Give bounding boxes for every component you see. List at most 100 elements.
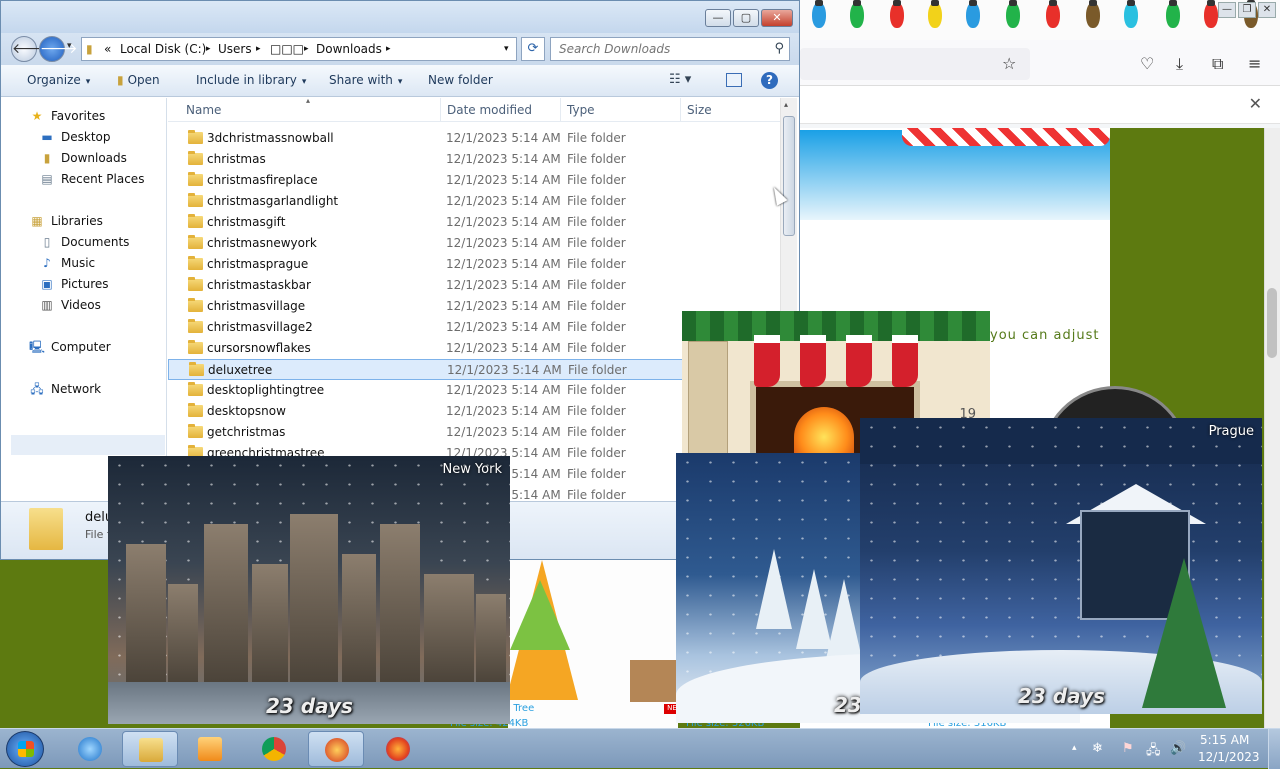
column-divider[interactable] [440, 98, 441, 122]
tray-expand-icon[interactable]: ▴ [1072, 743, 1077, 753]
search-input[interactable] [557, 41, 757, 57]
nav-selection-highlight [11, 435, 165, 455]
notification-close-icon[interactable]: ✕ [1249, 94, 1262, 113]
close-button[interactable]: ✕ [761, 9, 793, 27]
nav-item-downloads[interactable]: ▮ Downloads [39, 151, 127, 165]
taskbar-firefox[interactable] [370, 731, 426, 767]
file-row[interactable]: christmastaskbar 12/1/2023 5:14 AM File fo… [168, 275, 780, 296]
column-type[interactable]: Type [567, 103, 595, 117]
minimize-button[interactable]: — [705, 9, 731, 27]
scroll-thumb[interactable] [783, 116, 795, 236]
address-overflow[interactable]: « [104, 42, 111, 56]
breadcrumb-separator-icon[interactable]: ▸ [206, 44, 211, 54]
light-bulb-icon [850, 0, 864, 28]
change-view-icon[interactable]: ☷ ▾ [669, 72, 691, 87]
taskbar-app[interactable] [308, 731, 364, 767]
browser-restore-button[interactable]: ❐ [1238, 2, 1256, 18]
pocket-icon[interactable]: ♡ [1140, 54, 1154, 73]
breadcrumb-users[interactable]: Users [218, 42, 252, 56]
nav-item-libraries[interactable]: ▦ Libraries [29, 214, 103, 228]
column-name[interactable]: Name [186, 103, 221, 117]
nav-item-music[interactable]: ♪ Music [39, 256, 95, 270]
maximize-button[interactable]: ▢ [733, 9, 759, 27]
menu-icon[interactable]: ≡ [1248, 54, 1261, 73]
column-divider[interactable] [560, 98, 561, 122]
column-date-modified[interactable]: Date modified [447, 103, 532, 117]
share-with-button[interactable]: Share with ▾ [329, 73, 402, 87]
nav-item-network[interactable]: 🖧 Network [29, 382, 101, 396]
nav-item-videos[interactable]: ▥ Videos [39, 298, 101, 312]
new-folder-button[interactable]: New folder [428, 73, 493, 87]
snowflake-icon[interactable]: ❄ [1092, 741, 1103, 756]
breadcrumb-separator-icon[interactable]: ▸ [386, 44, 391, 54]
network-tray-icon[interactable]: 🖧 [1146, 741, 1161, 763]
nav-item-recent-places[interactable]: ▤ Recent Places [39, 172, 144, 186]
search-icon[interactable]: ⚲ [774, 41, 784, 56]
explorer-titlebar[interactable]: — ▢ ✕ [1, 1, 799, 33]
search-box[interactable]: ⚲ [550, 37, 790, 61]
nav-item-favorites[interactable]: ★ Favorites [29, 109, 106, 123]
browser-minimize-button[interactable]: — [1218, 2, 1236, 18]
open-button[interactable]: ▮ Open [117, 73, 160, 87]
start-button[interactable] [6, 731, 44, 767]
taskbar-internet-explorer[interactable] [62, 731, 118, 767]
taskbar-chrome[interactable] [246, 731, 302, 767]
address-dropdown-icon[interactable]: ▾ [504, 44, 509, 54]
file-row[interactable]: christmasfireplace 12/1/2023 5:14 AM File … [168, 170, 780, 191]
file-row[interactable]: christmasgarlandlight 12/1/2023 5:14 AM Fi… [168, 191, 780, 212]
volume-icon[interactable]: 🔊 [1170, 741, 1186, 756]
media-player-icon [198, 737, 222, 761]
nav-item-documents[interactable]: ▯ Documents [39, 235, 130, 249]
recent-pages-chevron-icon[interactable]: ▾ [67, 41, 72, 51]
refresh-button[interactable]: ⟳ [521, 37, 545, 61]
file-name: christmasvillage2 [207, 320, 313, 334]
breadcrumb-downloads[interactable]: Downloads [316, 42, 382, 56]
forward-button[interactable]: 🡒 [39, 36, 78, 62]
days-countdown: 23 [834, 693, 862, 717]
nav-item-desktop[interactable]: ▬ Desktop [39, 130, 110, 144]
breadcrumb-user[interactable]: □□□ [270, 42, 304, 56]
include-in-library-button[interactable]: Include in library ▾ [196, 73, 306, 87]
organize-button[interactable]: Organize ▾ [27, 73, 90, 87]
nav-item-pictures[interactable]: ▣ Pictures [39, 277, 108, 291]
clock-time[interactable]: 5:15 AM [1200, 733, 1249, 747]
file-row[interactable]: christmasnewyork 12/1/2023 5:14 AM File fo… [168, 233, 780, 254]
show-desktop-button[interactable] [1268, 729, 1280, 769]
clock-date[interactable]: 12/1/2023 [1198, 750, 1260, 764]
building-image [290, 514, 338, 684]
download-icon[interactable]: ⤓ [1176, 54, 1183, 74]
back-button[interactable]: 🡐 [11, 36, 50, 62]
folder-icon [188, 256, 203, 270]
column-divider[interactable] [680, 98, 681, 122]
file-row[interactable]: 3dchristmassnowball 12/1/2023 5:14 AM File… [168, 128, 780, 149]
address-bar[interactable]: ▮ « Local Disk (C:) ▸ Users ▸ □□□ ▸ Down… [81, 37, 517, 61]
taskbar-explorer[interactable] [122, 731, 178, 767]
nav-item-computer[interactable]: 🖳 Computer [29, 340, 111, 354]
help-icon[interactable]: ? [761, 72, 778, 89]
file-row[interactable]: christmasgift 12/1/2023 5:14 AM File folde… [168, 212, 780, 233]
bookmark-star-icon[interactable]: ☆ [1002, 54, 1016, 73]
nav-label: Network [51, 382, 102, 396]
browser-close-button[interactable]: ✕ [1258, 2, 1276, 18]
browser-url-bar[interactable] [800, 48, 1030, 80]
scroll-up-icon[interactable]: ▴ [784, 100, 788, 109]
file-date-modified: 12/1/2023 5:14 AM [446, 236, 561, 250]
product-thumbnail[interactable] [630, 660, 678, 702]
breadcrumb-separator-icon[interactable]: ▸ [304, 44, 309, 54]
extensions-icon[interactable]: ⧉ [1212, 54, 1223, 74]
browser-scrollbar[interactable] [1264, 128, 1280, 728]
browser-scroll-thumb[interactable] [1267, 288, 1277, 358]
preview-pane-icon[interactable] [726, 73, 742, 87]
breadcrumb-separator-icon[interactable]: ▸ [256, 44, 261, 54]
action-center-icon[interactable]: ⚑ [1122, 741, 1134, 756]
breadcrumb-local-disk[interactable]: Local Disk (C:) [120, 42, 206, 56]
file-row[interactable]: christmasprague 12/1/2023 5:14 AM File fol… [168, 254, 780, 275]
file-date-modified: 12/1/2023 5:14 AM [446, 404, 561, 418]
file-row[interactable]: christmas 12/1/2023 5:14 AM File folder [168, 149, 780, 170]
column-size[interactable]: Size [687, 103, 712, 117]
file-type: File folder [567, 320, 626, 334]
file-name: getchristmas [207, 425, 286, 439]
folder-icon [188, 277, 203, 291]
building-image [204, 524, 248, 684]
taskbar-media-player[interactable] [182, 731, 238, 767]
